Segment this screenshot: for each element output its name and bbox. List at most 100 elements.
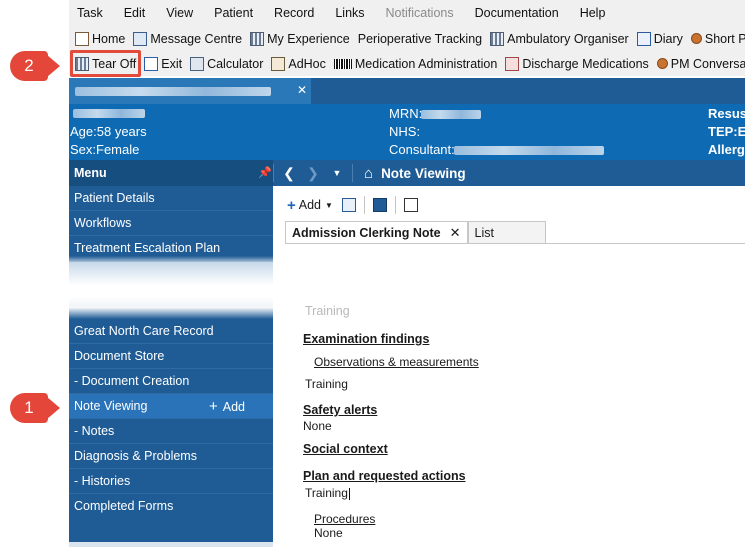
text-caret xyxy=(348,487,350,500)
sidebar-footer-edge xyxy=(69,542,273,547)
home-button[interactable]: Home xyxy=(75,31,125,46)
divider xyxy=(394,196,396,214)
short-patient-button[interactable]: Short Patien xyxy=(690,32,745,46)
pin-icon[interactable]: 📌 xyxy=(258,166,272,179)
menu-edit[interactable]: Edit xyxy=(124,6,146,20)
sidebar-item-document-store[interactable]: Document Store xyxy=(69,344,273,369)
menu-task[interactable]: Task xyxy=(77,6,103,20)
menu-record[interactable]: Record xyxy=(274,6,314,20)
menu-patient[interactable]: Patient xyxy=(214,6,253,20)
tab-list[interactable]: List xyxy=(467,221,546,244)
calendar-icon xyxy=(636,31,651,46)
menu-notifications: Notifications xyxy=(385,6,454,20)
safety-alerts-text[interactable]: None xyxy=(303,419,332,433)
procedures-text[interactable]: None xyxy=(314,526,343,540)
select-icon[interactable] xyxy=(341,198,356,212)
sidebar-item-label: Note Viewing xyxy=(74,399,148,413)
examination-text[interactable]: Training xyxy=(305,377,348,391)
menu-links[interactable]: Links xyxy=(335,6,364,20)
back-arrow-icon[interactable]: ❮ xyxy=(277,165,301,182)
plus-icon[interactable]: + xyxy=(287,197,296,214)
message-centre-label: Message Centre xyxy=(150,31,243,46)
redacted-mrn xyxy=(421,110,481,119)
diary-button[interactable]: Diary xyxy=(636,31,683,46)
examination-heading: Examination findings xyxy=(303,332,430,346)
sidebar-item-patient-details[interactable]: Patient Details xyxy=(69,186,273,211)
history-dropdown-icon[interactable]: ▼ xyxy=(325,168,349,178)
sidebar-item-diagnosis-problems[interactable]: Diagnosis & Problems xyxy=(69,444,273,469)
tab-underline xyxy=(285,243,745,244)
sidebar-item-completed-forms[interactable]: Completed Forms xyxy=(69,494,273,519)
adhoc-button[interactable]: AdHoc xyxy=(271,56,326,71)
divider xyxy=(363,196,365,214)
save-icon[interactable] xyxy=(372,198,387,212)
resus-label: Resus: xyxy=(708,106,745,121)
content-toolbar: + Add ▼ xyxy=(287,196,423,214)
callout-number: 1 xyxy=(24,398,34,417)
exit-button[interactable]: Exit xyxy=(144,56,182,71)
tab-label: Admission Clerking Note xyxy=(292,225,441,240)
sex-text: Sex:Female xyxy=(70,142,140,157)
sidebar-item-great-north-care-record[interactable]: Great North Care Record xyxy=(69,319,273,344)
tab-label: List xyxy=(474,225,494,240)
sidebar-item-note-viewing[interactable]: Note Viewing + Add xyxy=(69,394,273,419)
medication-administration-button[interactable]: Medication Administration xyxy=(333,57,497,71)
close-icon[interactable]: ✕ xyxy=(297,83,307,97)
mail-icon xyxy=(133,31,148,46)
patient-tab[interactable]: ✕ xyxy=(69,78,311,104)
home-icon[interactable]: ⌂ xyxy=(364,165,373,182)
message-centre-button[interactable]: Message Centre xyxy=(133,31,243,46)
patient-tab-strip: ✕ xyxy=(69,78,745,104)
patient-banner: Age:58 years Sex:Female MRN: NHS: Consul… xyxy=(69,104,745,160)
menu-view[interactable]: View xyxy=(166,6,193,20)
menu-sidebar: Menu 📌 Patient Details Workflows Treatme… xyxy=(69,160,273,547)
age-text: Age:58 years xyxy=(70,124,147,139)
tab-admission-clerking-note[interactable]: Admission Clerking Note ✕ xyxy=(285,221,468,244)
menu-documentation[interactable]: Documentation xyxy=(475,6,559,20)
organiser-icon xyxy=(490,31,505,46)
person-icon xyxy=(690,33,702,44)
sidebar-item-label: Treatment Escalation Plan xyxy=(74,241,221,255)
my-experience-button[interactable]: My Experience xyxy=(250,31,350,46)
add-button[interactable]: Add xyxy=(299,198,321,212)
observations-link[interactable]: Observations & measurements xyxy=(314,355,479,369)
ambulatory-organiser-button[interactable]: Ambulatory Organiser xyxy=(490,31,629,46)
menu-help[interactable]: Help xyxy=(580,6,606,20)
sidebar-item-label: Diagnosis & Problems xyxy=(74,449,197,463)
sidebar-item-label: Document Store xyxy=(74,349,165,363)
add-label: Add xyxy=(222,399,246,414)
calculator-label: Calculator xyxy=(207,56,264,71)
consultant-label: Consultant: xyxy=(389,142,455,157)
sidebar-item-notes[interactable]: - Notes xyxy=(69,419,273,444)
calculator-button[interactable]: Calculator xyxy=(190,56,264,71)
mrn-label: MRN: xyxy=(389,106,423,121)
plan-text-field[interactable]: Training xyxy=(305,486,350,500)
content-pane: ❮ ❯ ▼ ⌂ Note Viewing + Add ▼ Admission C… xyxy=(273,160,745,547)
plus-icon: + xyxy=(209,398,218,415)
nhs-label: NHS: xyxy=(389,124,421,139)
app-window: Task Edit View Patient Record Links Noti… xyxy=(69,0,745,547)
chevron-down-icon[interactable]: ▼ xyxy=(325,201,333,210)
pill-icon xyxy=(505,56,520,71)
pm-conversation-button[interactable]: PM Conversatio xyxy=(656,56,745,71)
pm-conversation-label: PM Conversatio xyxy=(670,56,745,71)
redacted-patient-name xyxy=(75,86,271,96)
my-experience-label: My Experience xyxy=(267,31,350,46)
menu-bar: Task Edit View Patient Record Links Noti… xyxy=(69,0,745,26)
edit-icon[interactable] xyxy=(403,198,418,212)
discharge-medications-button[interactable]: Discharge Medications xyxy=(505,56,649,71)
tep-label: TEP:E xyxy=(708,124,745,139)
divider xyxy=(352,164,353,182)
toolbar-secondary: Tear Off Exit Calculator AdHoc Medicatio… xyxy=(69,51,745,76)
sidebar-item-document-creation[interactable]: - Document Creation xyxy=(69,369,273,394)
add-note-button[interactable]: + Add xyxy=(209,394,245,419)
sidebar-item-histories[interactable]: - Histories xyxy=(69,469,273,494)
plan-text: Training xyxy=(305,486,348,500)
forward-arrow-icon[interactable]: ❯ xyxy=(301,165,325,182)
procedures-link[interactable]: Procedures xyxy=(314,512,375,526)
content-nav-bar: ❮ ❯ ▼ ⌂ Note Viewing xyxy=(273,160,745,186)
document-tabs: Admission Clerking Note ✕ List xyxy=(285,221,546,244)
perioperative-tracking-button[interactable]: Perioperative Tracking xyxy=(358,32,482,46)
close-icon[interactable]: ✕ xyxy=(450,225,461,241)
sidebar-item-workflows[interactable]: Workflows xyxy=(69,211,273,236)
